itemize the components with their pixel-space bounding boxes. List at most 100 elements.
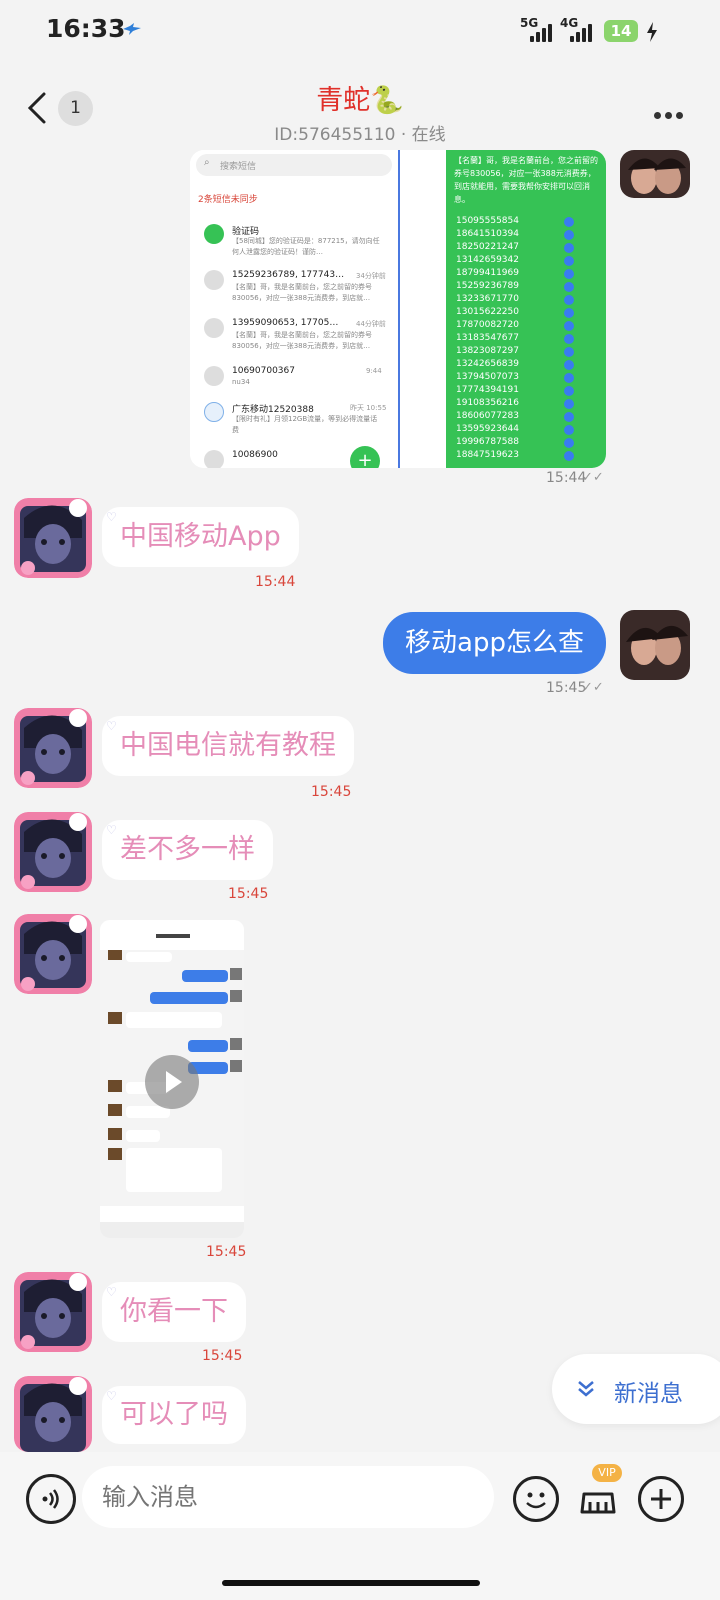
new-message-button[interactable]: 新消息 (552, 1354, 720, 1424)
status-time: 16:33 (46, 14, 126, 43)
message-bubble[interactable]: ♡ 可以了吗 (102, 1386, 246, 1444)
sms-search-box: ⌕ 搜索短信 (196, 154, 392, 176)
my-avatar[interactable] (620, 610, 690, 680)
checkmark-icon (564, 230, 574, 240)
message-bubble[interactable]: 移动app怎么查 (383, 612, 606, 674)
contact-avatar[interactable] (14, 914, 92, 994)
read-receipt-icon: ✓✓ (582, 680, 604, 695)
vip-badge: VIP (592, 1464, 622, 1482)
smiley-icon (526, 1492, 546, 1509)
message-time: 15:45 (206, 1244, 247, 1260)
phone-number: 13823087297 (456, 346, 519, 356)
checkmark-icon (564, 347, 574, 357)
message-bubble[interactable]: ♡ 中国移动App (102, 507, 299, 567)
battery-indicator: 14 (604, 20, 638, 42)
contact-avatar-icon (204, 318, 224, 338)
image-message-sms-screenshot[interactable]: ⌕ 搜索短信 2条短信未同步 验证码 【58同城】您的验证码是：877215，请… (190, 150, 606, 468)
emoji-button[interactable] (513, 1476, 559, 1522)
checkmark-icon (564, 373, 574, 383)
checkmark-icon (564, 412, 574, 422)
heart-icon: ♡ (106, 823, 117, 837)
message-time: 15:44 (546, 470, 587, 486)
phone-number: 13015622250 (456, 307, 519, 317)
contact-avatar[interactable] (14, 1272, 92, 1352)
phone-number: 19996787588 (456, 437, 519, 447)
message-time: 15:44 (255, 574, 296, 590)
contact-avatar-icon (204, 270, 224, 290)
message-bubble[interactable]: ♡ 差不多一样 (102, 820, 273, 880)
bird-notification-icon (123, 23, 141, 35)
search-icon: ⌕ (204, 157, 210, 168)
checkmark-icon (564, 269, 574, 279)
phone-number: 13242656839 (456, 359, 519, 369)
contact-name[interactable]: 青蛇🐍 (0, 78, 720, 117)
checkmark-icon (564, 321, 574, 331)
video-message[interactable] (100, 920, 244, 1238)
contact-avatar-icon (204, 366, 224, 386)
phone-number: 13142659342 (456, 255, 519, 265)
checkmark-icon (564, 256, 574, 266)
clean-button[interactable] (578, 1476, 618, 1516)
checkmark-icon (564, 386, 574, 396)
checkmark-icon (564, 217, 574, 227)
phone-number: 13595923644 (456, 424, 519, 434)
heart-icon: ♡ (106, 510, 117, 524)
checkmark-icon (564, 295, 574, 305)
home-indicator (222, 1580, 480, 1586)
phone-number: 15095555854 (456, 216, 519, 226)
checkmark-icon (564, 282, 574, 292)
play-icon[interactable] (145, 1055, 199, 1109)
contact-avatar-icon (204, 450, 224, 468)
phone-number: 19108356216 (456, 398, 519, 408)
broom-icon (580, 1492, 616, 1514)
read-receipt-icon: ✓✓ (582, 470, 604, 485)
heart-icon: ♡ (106, 719, 117, 733)
contact-avatar[interactable] (14, 1376, 92, 1452)
phone-number: 13183547677 (456, 333, 519, 343)
phone-number: 13233671770 (456, 294, 519, 304)
message-time: 15:45 (546, 680, 587, 696)
checkmark-icon (564, 334, 574, 344)
voice-wave-icon (42, 1489, 59, 1509)
checkmark-icon (564, 399, 574, 409)
double-chevron-down-icon (578, 1381, 594, 1397)
checkmark-icon (564, 308, 574, 318)
contact-avatar[interactable] (14, 812, 92, 892)
china-mobile-logo-icon (204, 402, 224, 422)
sms-search-placeholder: 搜索短信 (220, 162, 257, 172)
phone-number: 13794507073 (456, 372, 519, 382)
phone-number: 15259236789 (456, 281, 519, 291)
message-bubble[interactable]: ♡ 中国电信就有教程 (102, 716, 354, 776)
contact-avatar[interactable] (14, 708, 92, 788)
phone-number: 17774394191 (456, 385, 519, 395)
checkmark-icon (564, 438, 574, 448)
voice-input-button[interactable] (26, 1474, 76, 1524)
charging-icon (647, 22, 657, 42)
checkmark-icon (564, 360, 574, 370)
more-actions-button[interactable] (638, 1476, 684, 1522)
new-message-label: 新消息 (614, 1381, 683, 1407)
phone-number: 18799411969 (456, 268, 519, 278)
my-avatar[interactable] (620, 150, 690, 198)
phone-number: 18847519623 (456, 450, 519, 460)
contact-avatar[interactable] (14, 498, 92, 578)
heart-icon: ♡ (106, 1389, 117, 1403)
phone-number: 17870082720 (456, 320, 519, 330)
checkmark-icon (564, 451, 574, 461)
message-input[interactable] (82, 1466, 494, 1528)
phone-number: 18250221247 (456, 242, 519, 252)
phone-number: 18641510394 (456, 229, 519, 239)
message-time: 15:45 (228, 886, 269, 902)
sms-list-panel: ⌕ 搜索短信 2条短信未同步 验证码 【58同城】您的验证码是：877215，请… (190, 150, 400, 468)
checkmark-icon (564, 425, 574, 435)
heart-icon: ♡ (106, 1285, 117, 1299)
compose-plus-icon: + (350, 446, 380, 468)
message-time: 15:45 (311, 784, 352, 800)
contact-id-status: ID:576455110 · 在线 (274, 125, 446, 145)
message-time: 15:45 (202, 1348, 243, 1364)
message-bubble[interactable]: ♡ 你看一下 (102, 1282, 246, 1342)
message-icon (204, 224, 224, 244)
checkmark-icon (564, 243, 574, 253)
phone-number: 18606077283 (456, 411, 519, 421)
more-options-button[interactable] (654, 104, 690, 119)
